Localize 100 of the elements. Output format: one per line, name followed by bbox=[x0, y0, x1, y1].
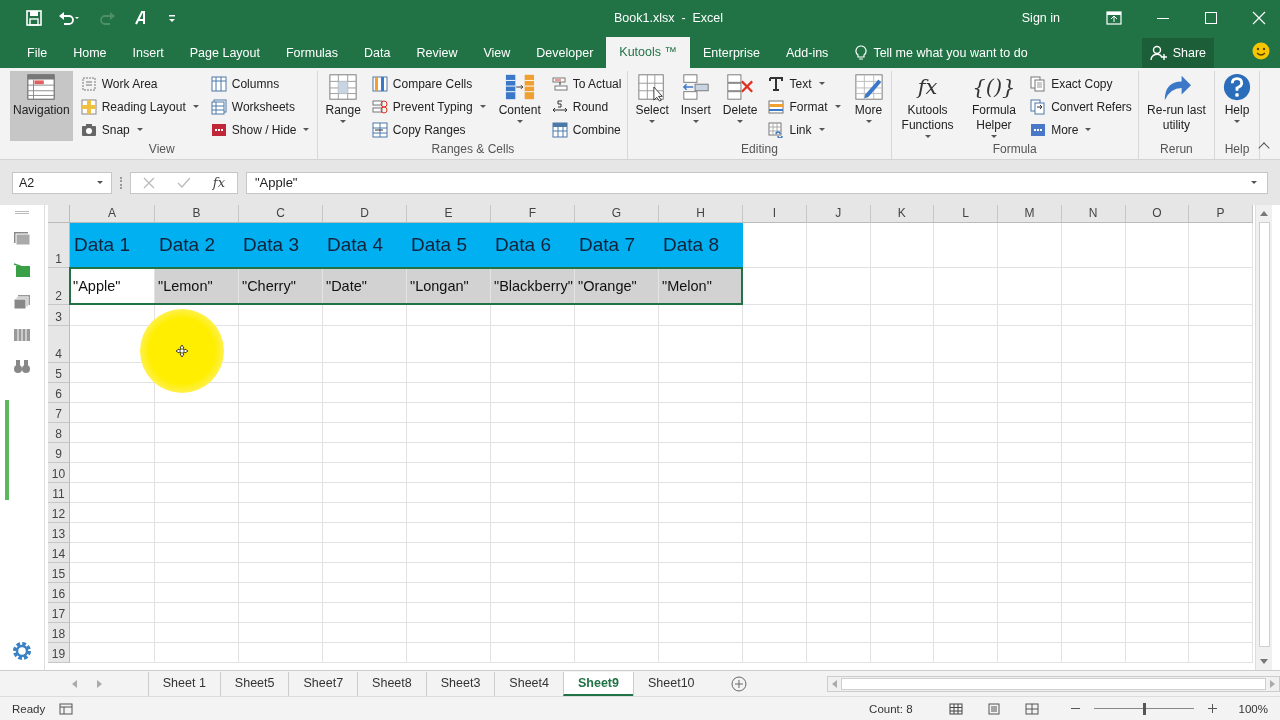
row-header[interactable]: 15 bbox=[48, 563, 70, 583]
row-header[interactable]: 11 bbox=[48, 483, 70, 503]
column-header[interactable]: D bbox=[323, 205, 407, 223]
ribbon-button[interactable]: Columns bbox=[208, 73, 314, 94]
ribbon-button[interactable]: {()} Formula Helper bbox=[965, 71, 1023, 141]
add-sheet-icon[interactable] bbox=[730, 675, 747, 692]
sheet-tab[interactable]: Sheet7 bbox=[288, 671, 358, 696]
ribbon-button[interactable]: Re-run last utility bbox=[1142, 71, 1210, 141]
ribbon-tab[interactable]: View bbox=[470, 38, 524, 68]
column-header[interactable]: O bbox=[1125, 205, 1190, 223]
ribbon-tab[interactable]: Home bbox=[60, 38, 120, 68]
sheet-tab[interactable]: Sheet5 bbox=[219, 671, 289, 696]
ribbon-display-icon[interactable] bbox=[1106, 10, 1122, 25]
column-header[interactable]: G bbox=[575, 205, 659, 223]
column-header[interactable]: N bbox=[1061, 205, 1126, 223]
ribbon-tab[interactable]: Review bbox=[403, 38, 471, 68]
check-icon[interactable] bbox=[176, 176, 191, 189]
column-header[interactable]: M bbox=[998, 205, 1062, 223]
share-button[interactable]: Share bbox=[1141, 38, 1214, 68]
page-break-icon[interactable] bbox=[1024, 702, 1039, 715]
row-header[interactable]: 17 bbox=[48, 603, 70, 623]
sheet-tab[interactable]: Sheet4 bbox=[494, 671, 563, 696]
ribbon-button[interactable]: To Actual bbox=[549, 73, 624, 94]
scroll-left-icon[interactable] bbox=[831, 679, 837, 688]
ribbon-button[interactable]: Select bbox=[632, 71, 672, 141]
previous-sheet-icon[interactable] bbox=[72, 679, 77, 688]
row-header[interactable]: 3 bbox=[48, 305, 70, 326]
scrollbar-thumb[interactable] bbox=[1258, 222, 1270, 647]
column-header[interactable]: H bbox=[659, 205, 743, 223]
row-header[interactable]: 2 bbox=[48, 268, 70, 305]
ribbon-button[interactable]: Compare Cells bbox=[369, 73, 490, 94]
sheet-tab[interactable]: Sheet 1 bbox=[147, 671, 220, 696]
sheet-tab[interactable]: Sheet3 bbox=[425, 671, 495, 696]
row-header[interactable]: 19 bbox=[48, 643, 70, 663]
ribbon-button[interactable]: More bbox=[1028, 119, 1134, 140]
window-icon[interactable] bbox=[13, 230, 31, 246]
ribbon-button[interactable]: Snap bbox=[78, 119, 203, 140]
column-header[interactable]: K bbox=[870, 205, 935, 223]
column-header[interactable]: F bbox=[491, 205, 575, 223]
sheet-tab[interactable]: Sheet8 bbox=[357, 671, 426, 696]
name-box[interactable]: A2 bbox=[12, 171, 112, 194]
normal-view-icon[interactable] bbox=[948, 702, 963, 715]
ribbon-tab[interactable]: Kutools ™ bbox=[606, 37, 690, 68]
row-header[interactable]: 16 bbox=[48, 583, 70, 603]
column-header[interactable]: J bbox=[806, 205, 871, 223]
ribbon-button[interactable]: Range bbox=[322, 71, 364, 141]
scroll-right-icon[interactable] bbox=[1270, 679, 1275, 688]
ribbon-button[interactable]: Work Area bbox=[78, 73, 203, 94]
slider-thumb[interactable] bbox=[1142, 702, 1146, 715]
ribbon-button[interactable]: Show / Hide bbox=[208, 119, 314, 140]
ribbon-button[interactable]: Worksheets bbox=[208, 96, 314, 117]
ribbon-tab[interactable]: Page Layout bbox=[176, 38, 273, 68]
row-header[interactable]: 14 bbox=[48, 543, 70, 563]
drag-handle-icon[interactable] bbox=[15, 211, 29, 214]
row-header[interactable]: 1 bbox=[48, 223, 70, 268]
ribbon-button[interactable]: Prevent Typing bbox=[369, 96, 490, 117]
settings-icon[interactable] bbox=[11, 640, 33, 662]
row-header[interactable]: 13 bbox=[48, 523, 70, 543]
ribbon-tab[interactable]: Data bbox=[351, 38, 404, 68]
column-header[interactable]: I bbox=[743, 205, 807, 223]
binoculars-icon[interactable] bbox=[13, 358, 31, 374]
ribbon-button[interactable]: Exact Copy bbox=[1028, 73, 1134, 94]
undo-icon[interactable] bbox=[58, 9, 80, 26]
macro-record-icon[interactable] bbox=[59, 702, 74, 715]
next-sheet-icon[interactable] bbox=[97, 679, 102, 688]
ribbon-button[interactable]: Help bbox=[1219, 71, 1255, 141]
insert-function-button[interactable]: fx bbox=[212, 175, 225, 190]
sheet-tab[interactable]: Sheet9 bbox=[562, 671, 633, 696]
row-header[interactable]: 7 bbox=[48, 403, 70, 423]
page-layout-icon[interactable] bbox=[986, 702, 1001, 715]
close-icon[interactable] bbox=[1252, 10, 1266, 25]
sheet-tab[interactable]: Sheet10 bbox=[632, 671, 709, 696]
columns-list-icon[interactable] bbox=[13, 326, 31, 342]
ribbon-button[interactable]: fx Kutools Functions bbox=[895, 71, 960, 141]
ribbon-button[interactable]: Content bbox=[495, 71, 544, 141]
row-header[interactable]: 6 bbox=[48, 383, 70, 403]
smiley-icon[interactable] bbox=[1252, 42, 1270, 60]
ribbon-tab[interactable]: File bbox=[14, 38, 61, 68]
column-header[interactable]: P bbox=[1189, 205, 1253, 223]
formula-input[interactable]: "Apple" bbox=[246, 171, 1268, 194]
sign-in-link[interactable]: Sign in bbox=[1021, 10, 1060, 25]
scroll-up-icon[interactable] bbox=[1260, 211, 1268, 216]
column-header[interactable]: E bbox=[407, 205, 491, 223]
tell-me-box[interactable]: Tell me what you want to do bbox=[855, 38, 1028, 68]
ribbon-tab[interactable]: Add-ins bbox=[773, 38, 842, 68]
cancel-icon[interactable] bbox=[143, 176, 155, 189]
row-header[interactable]: 10 bbox=[48, 463, 70, 483]
row-header[interactable]: 5 bbox=[48, 363, 70, 383]
ribbon-button[interactable]: Delete bbox=[719, 71, 761, 141]
stacked-sheets-icon[interactable] bbox=[13, 294, 31, 310]
row-header[interactable]: 8 bbox=[48, 423, 70, 443]
ribbon-tab[interactable]: Formulas bbox=[272, 38, 352, 68]
workbook-icon[interactable] bbox=[13, 262, 31, 278]
ribbon-button[interactable]: Format bbox=[766, 96, 845, 117]
ribbon-tab[interactable]: Enterprise bbox=[690, 38, 773, 68]
ribbon-button[interactable]: Insert bbox=[677, 71, 714, 141]
row-header[interactable]: 12 bbox=[48, 503, 70, 523]
column-header[interactable]: A bbox=[70, 205, 155, 223]
scrollbar-thumb[interactable] bbox=[840, 677, 1266, 690]
maximize-icon[interactable] bbox=[1204, 10, 1218, 25]
